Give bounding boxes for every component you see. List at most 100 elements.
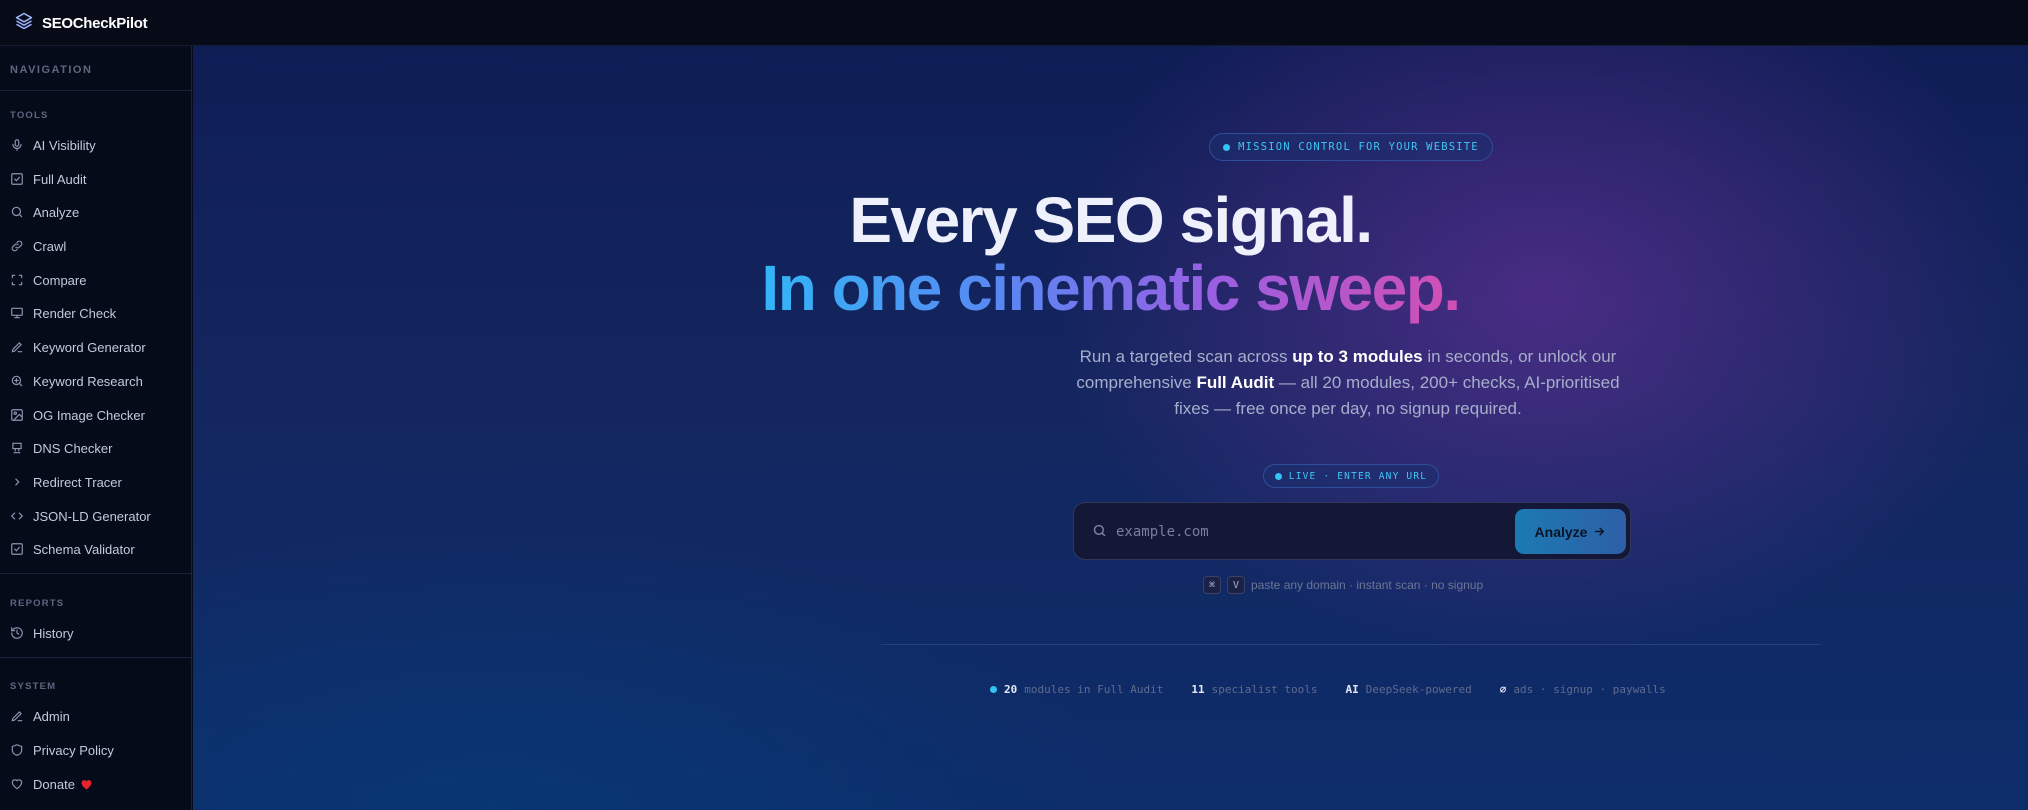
zoom-in-icon <box>11 375 23 387</box>
sidebar-item-donate[interactable]: Donate <box>10 774 93 794</box>
brand[interactable]: SEOCheckPilot <box>14 11 148 36</box>
chevron-right-icon <box>15 478 20 486</box>
heart-filled-icon <box>81 779 92 789</box>
stat-value: 20 <box>1004 683 1018 696</box>
sidebar-item-label: Privacy Policy <box>33 742 114 758</box>
stat-value: AI <box>1345 683 1359 696</box>
analyze-button[interactable]: Analyze <box>1515 509 1626 554</box>
sidebar-item-og-image-checker[interactable]: OG Image Checker <box>10 405 145 425</box>
code-icon <box>10 512 24 520</box>
key-command: ⌘ <box>1203 576 1221 594</box>
url-search-box: Analyze <box>1073 502 1631 560</box>
divider <box>0 573 192 574</box>
arrow-right-icon <box>1595 527 1605 536</box>
sidebar-item-render-check[interactable]: Render Check <box>10 303 116 323</box>
sidebar-item-label: History <box>33 625 74 641</box>
stat-value: 11 <box>1191 683 1205 696</box>
server-icon <box>12 442 22 454</box>
section-label-reports: REPORTS <box>10 598 65 609</box>
pen-icon <box>11 342 23 353</box>
stat-modules: 20 modules in Full Audit <box>990 683 1163 696</box>
hero-title-gradient-text: In one cinematic sweep. <box>761 252 1461 324</box>
microphone-icon <box>12 139 22 151</box>
sidebar-item-keyword-research[interactable]: Keyword Research <box>10 371 143 391</box>
sidebar-item-json-ld-generator[interactable]: JSON-LD Generator <box>10 506 151 526</box>
sidebar-item-label: Donate <box>33 776 75 792</box>
divider <box>0 657 192 658</box>
sidebar-item-label: Keyword Generator <box>33 339 146 355</box>
hero-section: MISSION CONTROL FOR YOUR WEBSITE Every S… <box>193 46 2028 810</box>
subtitle-emphasis: up to 3 modules <box>1292 347 1423 366</box>
history-icon <box>11 627 23 639</box>
sidebar-item-history[interactable]: History <box>10 623 73 643</box>
paste-hint-text: paste any domain · instant scan · no sig… <box>1251 578 1484 592</box>
hero-subtitle: Run a targeted scan across up to 3 modul… <box>1073 344 1623 422</box>
stat-ai: AI DeepSeek-powered <box>1346 683 1472 696</box>
status-dot <box>1274 472 1282 480</box>
sidebar-item-label: OG Image Checker <box>33 407 145 423</box>
search-icon <box>1092 523 1107 543</box>
sidebar-item-label: Compare <box>33 272 87 288</box>
sidebar-item-label: Analyze <box>33 204 80 220</box>
pen-icon <box>11 711 23 722</box>
divider <box>0 90 192 91</box>
sidebar-item-label: AI Visibility <box>33 137 96 153</box>
app-name: SEOCheckPilot <box>42 15 148 32</box>
link-icon <box>11 240 23 252</box>
checkbox-icon <box>11 173 23 185</box>
checkbox-icon <box>11 543 23 555</box>
sidebar-item-label: DNS Checker <box>33 440 113 456</box>
stats-row: 20 modules in Full Audit 11 specialist t… <box>990 683 1666 696</box>
sidebar-item-label: Keyword Research <box>33 373 143 389</box>
section-label-system: SYSTEM <box>10 681 57 692</box>
heart-outline-icon <box>11 779 23 790</box>
status-dot <box>1223 143 1231 151</box>
image-icon <box>11 409 23 421</box>
frame-icon <box>11 274 23 286</box>
sidebar-item-label: Redirect Tracer <box>33 474 122 490</box>
live-badge-text: LIVE · ENTER ANY URL <box>1288 470 1428 482</box>
mission-badge: MISSION CONTROL FOR YOUR WEBSITE <box>1209 133 1493 161</box>
sidebar-item-label: Schema Validator <box>33 541 135 557</box>
sidebar-item-analyze[interactable]: Analyze <box>10 202 79 222</box>
stat-value: ∅ <box>1499 683 1507 696</box>
sidebar-item-ai-visibility[interactable]: AI Visibility <box>10 135 96 155</box>
key-v: V <box>1227 576 1245 594</box>
analyze-button-label: Analyze <box>1534 523 1588 540</box>
search-icon <box>11 206 23 218</box>
hero-title-line-2: In one cinematic sweep. <box>193 252 2028 324</box>
stat-label: specialist tools <box>1211 683 1318 696</box>
sidebar-item-label: Admin <box>33 708 70 724</box>
sidebar-item-admin[interactable]: Admin <box>10 706 70 726</box>
stat-no-ads: ∅ ads · signup · paywalls <box>1500 683 1666 696</box>
layers-logo-icon <box>14 11 34 36</box>
status-dot <box>990 686 997 693</box>
sidebar-item-dns-checker[interactable]: DNS Checker <box>10 438 112 458</box>
live-badge: LIVE · ENTER ANY URL <box>1263 464 1439 488</box>
subtitle-text: Run a targeted scan across <box>1079 347 1293 366</box>
sidebar-item-label: Render Check <box>33 305 117 321</box>
sidebar-item-label: Crawl <box>33 238 67 254</box>
sidebar: NAVIGATION TOOLS AI Visibility Full Audi… <box>0 46 192 810</box>
stat-tools: 11 specialist tools <box>1191 683 1317 696</box>
sidebar-item-full-audit[interactable]: Full Audit <box>10 169 86 189</box>
sidebar-heading: NAVIGATION <box>10 64 93 76</box>
mission-badge-text: MISSION CONTROL FOR YOUR WEBSITE <box>1238 141 1479 153</box>
sidebar-item-schema-validator[interactable]: Schema Validator <box>10 539 135 559</box>
stat-label: modules in Full Audit <box>1024 683 1164 696</box>
sidebar-item-compare[interactable]: Compare <box>10 270 86 290</box>
sidebar-item-label: Full Audit <box>33 171 87 187</box>
sidebar-item-privacy-policy[interactable]: Privacy Policy <box>10 740 114 760</box>
divider <box>881 644 1821 645</box>
sidebar-item-redirect-tracer[interactable]: Redirect Tracer <box>10 472 122 492</box>
top-bar: SEOCheckPilot <box>0 0 2028 46</box>
stat-label: DeepSeek-powered <box>1365 683 1472 696</box>
stat-label: ads · signup · paywalls <box>1513 683 1666 696</box>
sidebar-item-label: JSON-LD Generator <box>33 508 151 524</box>
section-label-tools: TOOLS <box>10 110 49 121</box>
sidebar-item-crawl[interactable]: Crawl <box>10 236 66 256</box>
sidebar-item-keyword-generator[interactable]: Keyword Generator <box>10 337 146 357</box>
paste-hint: ⌘ V paste any domain · instant scan · no… <box>1203 575 1483 595</box>
shield-icon <box>11 744 23 756</box>
url-input[interactable] <box>1114 517 1498 547</box>
